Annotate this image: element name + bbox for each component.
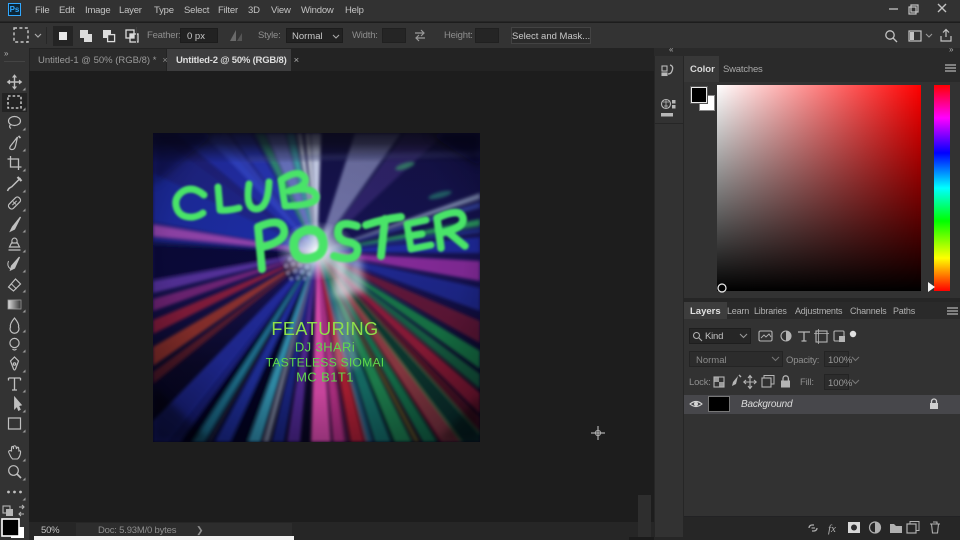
svg-text:TASTELESS SIOMAI: TASTELESS SIOMAI bbox=[266, 356, 385, 370]
svg-text:MC B1T1: MC B1T1 bbox=[296, 370, 354, 385]
svg-text:FEATURING: FEATURING bbox=[271, 319, 378, 339]
svg-text:DJ 3HARi: DJ 3HARi bbox=[295, 340, 355, 355]
svg-text:fx: fx bbox=[828, 523, 836, 535]
